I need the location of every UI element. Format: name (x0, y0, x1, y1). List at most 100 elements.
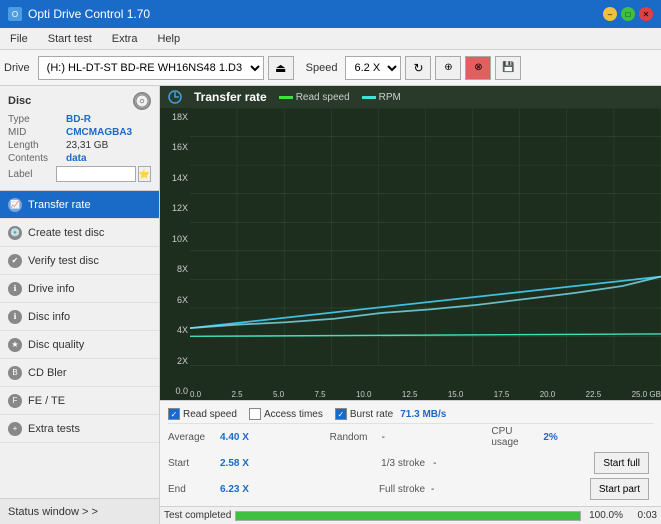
sidebar: Disc Type BD-R MID CMCMAGBA3 Length 23,3… (0, 86, 160, 524)
nav-extra-tests-label: Extra tests (28, 423, 80, 435)
close-button[interactable]: ✕ (639, 7, 653, 21)
speed-select[interactable]: 6.2 X (345, 56, 401, 80)
minimize-button[interactable]: – (603, 7, 617, 21)
x-label-5: 5.0 (273, 390, 284, 399)
nav-create-test-disc[interactable]: 💿 Create test disc (0, 219, 159, 247)
legend-rpm: RPM (362, 92, 401, 103)
speed-label: Speed (306, 62, 338, 74)
start-label: Start (168, 458, 216, 469)
access-times-label: Access times (264, 409, 323, 420)
mid-value: CMCMAGBA3 (66, 127, 132, 138)
eject-button[interactable]: ⏏ (268, 56, 294, 80)
nav-disc-quality[interactable]: ★ Disc quality (0, 331, 159, 359)
contents-label: Contents (8, 153, 66, 164)
nav-verify-test-disc-label: Verify test disc (28, 255, 99, 267)
read-speed-check: ✓ Read speed (168, 408, 237, 420)
y-label-6x: 6X (162, 295, 188, 305)
extra-tests-icon: + (8, 422, 22, 436)
y-label-0: 0.0 (162, 386, 188, 396)
x-label-17-5: 17.5 (494, 390, 510, 399)
nav-drive-info-label: Drive info (28, 283, 74, 295)
disc-title: Disc (8, 95, 31, 107)
nav-extra-tests[interactable]: + Extra tests (0, 415, 159, 443)
transfer-rate-icon: 📈 (8, 198, 22, 212)
read-speed-checkbox[interactable]: ✓ (168, 408, 180, 420)
cpu-stat: CPU usage 2% (491, 424, 653, 450)
drive-info-icon: ℹ (8, 282, 22, 296)
burst-rate-label: Burst rate (350, 409, 393, 420)
legend-rpm-label: RPM (379, 92, 401, 103)
disc-section: Disc Type BD-R MID CMCMAGBA3 Length 23,3… (0, 86, 159, 191)
app-title: Opti Drive Control 1.70 (28, 7, 150, 21)
burst-rate-checkbox[interactable]: ✓ (335, 408, 347, 420)
stats-row-3: End 6.23 X Full stroke - Start part (168, 476, 653, 502)
nav-disc-info-label: Disc info (28, 311, 70, 323)
start-part-button[interactable]: Start part (590, 478, 649, 500)
avg-value: 4.40 X (220, 432, 256, 443)
legend-read: Read speed (279, 92, 350, 103)
label-input[interactable] (56, 166, 136, 182)
nav-verify-test-disc[interactable]: ✔ Verify test disc (0, 247, 159, 275)
access-times-checkbox[interactable] (249, 408, 261, 420)
nav-transfer-rate[interactable]: 📈 Transfer rate (0, 191, 159, 219)
x-label-7-5: 7.5 (314, 390, 325, 399)
length-label: Length (8, 140, 66, 151)
toolbar-btn2[interactable]: ⊕ (435, 56, 461, 80)
progress-fill (236, 512, 580, 520)
nav-disc-info[interactable]: ℹ Disc info (0, 303, 159, 331)
y-label-12x: 12X (162, 203, 188, 213)
y-label-2x: 2X (162, 356, 188, 366)
stroke13-label: 1/3 stroke (381, 458, 429, 469)
app-icon: O (8, 7, 22, 21)
disc-quality-icon: ★ (8, 338, 22, 352)
burst-rate-check: ✓ Burst rate 71.3 MB/s (335, 408, 447, 420)
random-label: Random (330, 432, 378, 443)
status-window-label: Status window > > (8, 506, 98, 518)
menu-extra[interactable]: Extra (106, 31, 144, 47)
label-label: Label (8, 169, 56, 180)
chart-title: Transfer rate (194, 90, 267, 104)
stats-row-1: Average 4.40 X Random - CPU usage 2% (168, 424, 653, 450)
toolbar-btn3[interactable]: ⊗ (465, 56, 491, 80)
nav-fe-te[interactable]: F FE / TE (0, 387, 159, 415)
nav-transfer-rate-label: Transfer rate (28, 199, 91, 211)
progress-container: Test completed 100.0% 0:03 (160, 506, 661, 524)
nav-items: 📈 Transfer rate 💿 Create test disc ✔ Ver… (0, 191, 159, 498)
fe-te-icon: F (8, 394, 22, 408)
end-label: End (168, 484, 216, 495)
refresh-button[interactable]: ↻ (405, 56, 431, 80)
y-label-14x: 14X (162, 173, 188, 183)
start-full-button[interactable]: Start full (594, 452, 649, 474)
stats-row-2: Start 2.58 X 1/3 stroke - Start full (168, 450, 653, 476)
maximize-button[interactable]: □ (621, 7, 635, 21)
menu-help[interactable]: Help (151, 31, 186, 47)
drive-label: Drive (4, 62, 30, 74)
toolbar-btn4[interactable]: 💾 (495, 56, 521, 80)
toolbar: Drive (H:) HL-DT-ST BD-RE WH16NS48 1.D3 … (0, 50, 661, 86)
chart-icon (168, 90, 182, 104)
progress-time: 0:03 (627, 510, 657, 521)
y-label-10x: 10X (162, 234, 188, 244)
nav-cd-bler[interactable]: B CD Bler (0, 359, 159, 387)
create-test-disc-icon: 💿 (8, 226, 22, 240)
start-stat: Start 2.58 X (168, 456, 381, 471)
avg-label: Average (168, 432, 216, 443)
menu-start-test[interactable]: Start test (42, 31, 98, 47)
cd-bler-icon: B (8, 366, 22, 380)
legend-read-label: Read speed (296, 92, 350, 103)
menu-file[interactable]: File (4, 31, 34, 47)
disc-icon (133, 92, 151, 110)
access-times-check: Access times (249, 408, 323, 420)
full-stroke-label: Full stroke (379, 484, 427, 495)
end-stat: End 6.23 X (168, 482, 379, 497)
label-button[interactable]: ⭐ (138, 166, 151, 182)
status-window-button[interactable]: Status window > > (0, 498, 159, 524)
y-label-4x: 4X (162, 325, 188, 335)
y-label-16x: 16X (162, 142, 188, 152)
contents-value: data (66, 153, 87, 164)
drive-select[interactable]: (H:) HL-DT-ST BD-RE WH16NS48 1.D3 (38, 56, 264, 80)
y-label-8x: 8X (162, 264, 188, 274)
random-value: - (382, 432, 385, 443)
nav-create-test-disc-label: Create test disc (28, 227, 104, 239)
nav-drive-info[interactable]: ℹ Drive info (0, 275, 159, 303)
